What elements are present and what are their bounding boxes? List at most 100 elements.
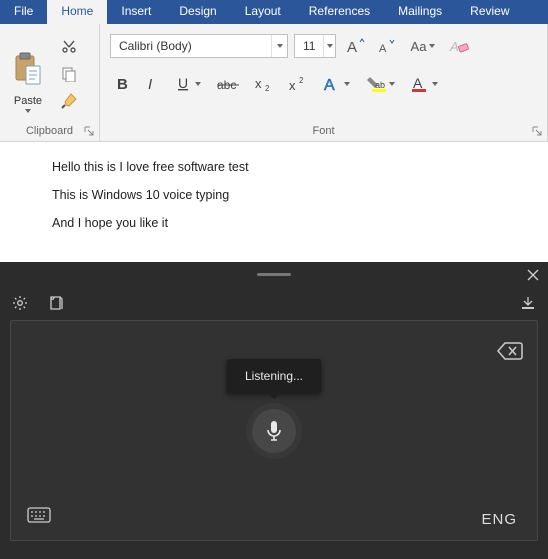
document-body[interactable]: Hello this is I love free software test … (0, 142, 548, 262)
font-color-button[interactable]: A (411, 72, 438, 96)
font-family-value: Calibri (Body) (111, 39, 271, 53)
settings-button[interactable] (10, 293, 30, 313)
chevron-down-icon (432, 82, 438, 86)
format-painter-button[interactable] (58, 90, 80, 112)
shrink-font-button[interactable]: A (374, 34, 400, 58)
svg-text:x: x (255, 76, 262, 91)
doc-line: And I hope you like it (52, 216, 536, 230)
tab-design[interactable]: Design (165, 0, 230, 24)
font-color-icon: A (411, 75, 429, 93)
chevron-down-icon[interactable] (323, 35, 335, 57)
clear-formatting-button[interactable]: A (446, 34, 472, 58)
doc-line: This is Windows 10 voice typing (52, 188, 536, 202)
keyboard-layout-button[interactable] (27, 507, 51, 528)
svg-text:A: A (379, 43, 387, 55)
svg-text:ab: ab (375, 80, 385, 90)
change-case-icon: Aa (411, 39, 427, 54)
svg-text:2: 2 (265, 84, 270, 92)
svg-text:x: x (289, 78, 296, 92)
svg-text:A: A (413, 75, 423, 91)
bold-button[interactable]: B (116, 72, 130, 96)
subscript-icon: x2 (255, 76, 273, 92)
italic-icon: I (146, 76, 160, 92)
tab-layout[interactable]: Layout (231, 0, 295, 24)
paste-button[interactable]: Paste (6, 30, 50, 118)
close-icon (527, 269, 539, 281)
font-size-combo[interactable]: 11 (294, 34, 336, 58)
superscript-icon: x2 (289, 76, 307, 92)
svg-text:A: A (347, 39, 357, 55)
chevron-down-icon[interactable] (271, 35, 287, 57)
strikethrough-icon: abc (217, 76, 239, 92)
tab-file[interactable]: File (0, 0, 47, 24)
group-font: Calibri (Body) 11 A A Aa A B I (100, 24, 548, 141)
svg-text:B: B (117, 76, 128, 92)
ribbon-tabs: File Home Insert Design Layout Reference… (0, 0, 548, 24)
touch-keyboard-drag-handle[interactable] (0, 262, 548, 286)
svg-text:I: I (148, 76, 152, 92)
copy-icon (61, 66, 77, 82)
svg-text:A: A (324, 77, 335, 93)
gear-icon (12, 295, 28, 311)
touch-keyboard-topbar (0, 286, 548, 320)
chevron-down-icon (25, 109, 31, 113)
chevron-down-icon (429, 44, 435, 48)
ribbon: Paste Clipboard Calibri (Bo (0, 24, 548, 142)
dock-icon (520, 295, 536, 311)
tab-mailings[interactable]: Mailings (384, 0, 456, 24)
keyboard-icon (27, 507, 51, 523)
bold-icon: B (116, 76, 130, 92)
tab-references[interactable]: References (295, 0, 384, 24)
chevron-down-icon (195, 82, 201, 86)
tab-review[interactable]: Review (456, 0, 523, 24)
underline-button[interactable]: U (176, 72, 201, 96)
paintbrush-icon (60, 92, 78, 110)
cut-button[interactable] (58, 36, 80, 58)
underline-icon: U (176, 76, 192, 92)
microphone-icon (265, 420, 283, 442)
subscript-button[interactable]: x2 (255, 72, 273, 96)
svg-text:U: U (178, 76, 188, 91)
shrink-font-icon: A (377, 37, 397, 55)
svg-text:A: A (449, 39, 459, 54)
backspace-button[interactable] (497, 341, 523, 366)
strikethrough-button[interactable]: abc (217, 72, 239, 96)
font-size-value: 11 (295, 39, 323, 53)
copy-button[interactable] (58, 63, 80, 85)
tab-insert[interactable]: Insert (107, 0, 165, 24)
chevron-down-icon (344, 82, 350, 86)
grow-font-icon: A (345, 37, 365, 55)
font-group-label: Font (100, 125, 547, 137)
highlight-button[interactable]: ab (366, 72, 395, 96)
tab-home[interactable]: Home (47, 0, 107, 24)
superscript-button[interactable]: x2 (289, 72, 307, 96)
note-icon (49, 295, 64, 311)
font-family-combo[interactable]: Calibri (Body) (110, 34, 288, 58)
clipboard-button[interactable] (46, 293, 66, 313)
group-clipboard: Paste Clipboard (0, 24, 100, 141)
clipboard-dialog-launcher[interactable] (83, 125, 95, 137)
paste-label: Paste (14, 95, 42, 107)
backspace-icon (497, 341, 523, 361)
font-dialog-launcher[interactable] (531, 125, 543, 137)
dialog-launcher-icon (84, 126, 94, 136)
svg-text:2: 2 (299, 76, 304, 85)
language-button[interactable]: ENG (481, 511, 517, 528)
grip-icon (257, 273, 291, 276)
text-effects-icon: A (323, 75, 341, 93)
dictation-status-tooltip: Listening... (227, 359, 321, 393)
doc-line: Hello this is I love free software test (52, 160, 536, 174)
dock-button[interactable] (518, 293, 538, 313)
dictation-panel: Listening... ENG (10, 320, 538, 541)
italic-button[interactable]: I (146, 72, 160, 96)
highlighter-icon: ab (366, 75, 386, 93)
close-button[interactable] (524, 266, 542, 284)
eraser-icon: A (449, 37, 469, 55)
text-effects-button[interactable]: A (323, 72, 350, 96)
grow-font-button[interactable]: A (342, 34, 368, 58)
change-case-button[interactable]: Aa (406, 34, 440, 58)
dictation-status-text: Listening... (245, 369, 303, 383)
dialog-launcher-icon (532, 126, 542, 136)
microphone-button[interactable] (252, 409, 296, 453)
clipboard-paste-icon (14, 52, 42, 91)
